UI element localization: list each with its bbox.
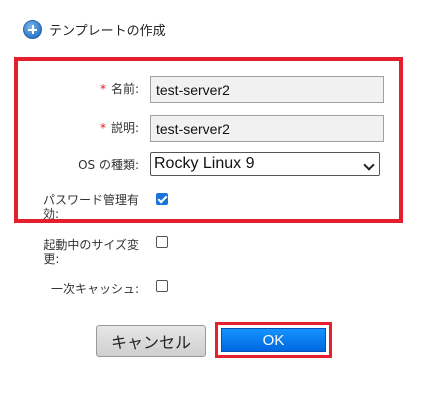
password-management-checkbox[interactable] (156, 193, 168, 205)
dialog-header: テンプレートの作成 (23, 20, 166, 39)
primary-cache-checkbox[interactable] (156, 280, 168, 292)
dialog-title: テンプレートの作成 (49, 24, 166, 39)
resize-while-running-checkbox[interactable] (156, 236, 168, 248)
plus-circle-icon (23, 20, 42, 39)
name-label: * 名前: (99, 82, 139, 96)
required-mark: * (99, 82, 106, 96)
primary-cache-label: 一次キャッシュ: (50, 282, 139, 296)
os-type-selected-value: Rocky Linux 9 (154, 155, 255, 172)
resize-while-running-label: 起動中のサイズ変 更: (43, 238, 139, 266)
required-mark: * (99, 121, 106, 135)
ok-button[interactable]: OK (221, 328, 326, 352)
name-input[interactable] (150, 76, 384, 103)
os-type-label: OS の種類: (78, 158, 139, 172)
password-management-label: パスワード管理有 効: (42, 193, 139, 221)
os-type-select[interactable]: Rocky Linux 9 (150, 152, 380, 176)
description-label: * 説明: (99, 121, 139, 135)
description-input[interactable] (150, 115, 384, 142)
cancel-button[interactable]: キャンセル (96, 325, 206, 357)
chevron-down-icon (363, 159, 375, 171)
